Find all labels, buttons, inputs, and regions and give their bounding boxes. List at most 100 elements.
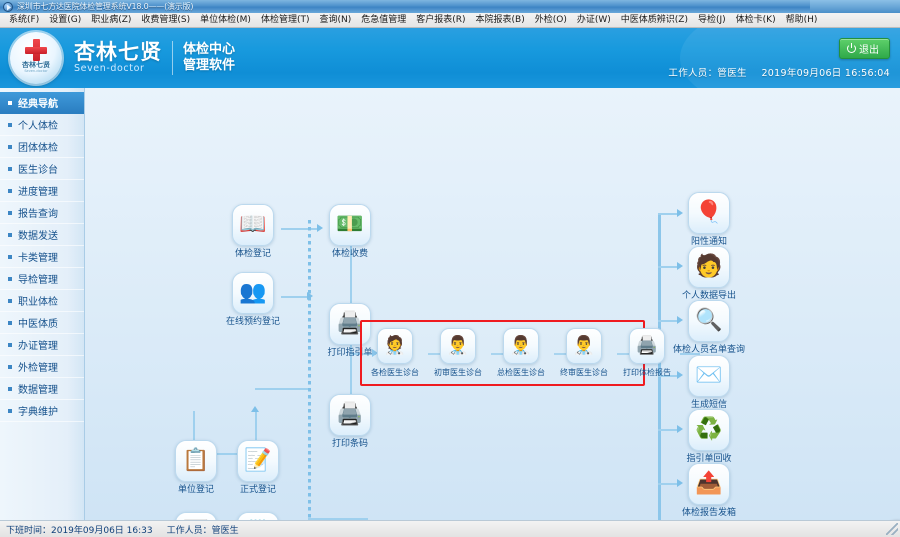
- brand-name-block: 杏林七贤 Seven-doctor: [74, 41, 162, 75]
- formal-register-icon: 📝: [237, 440, 279, 482]
- register-book-icon: 📖: [232, 204, 274, 246]
- node-checkup-name-list-query[interactable]: 🔍 体检人员名单查询: [673, 300, 745, 356]
- sidebar-item-label: 办证管理: [18, 341, 58, 352]
- bullet-icon: [8, 144, 12, 149]
- checkup-item-icon: 🗒️: [237, 512, 279, 520]
- node-online-appointment[interactable]: 👥 在线预约登记: [225, 272, 281, 328]
- sidebar-item-occupational-checkup[interactable]: 职业体检: [0, 290, 84, 312]
- sidebar-item-data-send[interactable]: 数据发送: [0, 224, 84, 246]
- node-department-doctor-desk[interactable]: 🧑‍⚕️ 各检医生诊台: [370, 328, 420, 378]
- node-positive-notice[interactable]: 🎈 阳性通知: [681, 192, 737, 248]
- menu-item-critical-value[interactable]: 危急值管理: [356, 13, 411, 27]
- brand-name-cn: 杏林七贤: [74, 40, 162, 64]
- logo-badge-cn: 杏林七贤: [22, 61, 50, 69]
- resize-grip-icon[interactable]: [886, 523, 898, 535]
- node-guide-sheet-recycle[interactable]: ♻️ 指引单回收: [681, 409, 737, 465]
- node-unit-group[interactable]: 👨‍👩‍👧 单位分组: [168, 512, 224, 520]
- red-cross-logo-icon: 杏林七贤 Seven-doctor: [10, 32, 62, 84]
- bullet-icon: [8, 364, 12, 369]
- power-icon: [847, 42, 856, 53]
- menu-item-checkup-card[interactable]: 体检卡(K): [731, 13, 781, 27]
- menu-item-checkup-management[interactable]: 体检管理(T): [256, 13, 315, 27]
- menu-item-tcm-constitution[interactable]: 中医体质辨识(Z): [616, 13, 693, 27]
- menu-item-charge-management[interactable]: 收费管理(S): [136, 13, 195, 27]
- bullet-icon: [8, 210, 12, 215]
- magnifier-query-icon: 🔍: [688, 300, 730, 342]
- main-body: 经典导航 个人体检 团体体检 医生诊台 进度管理 报告查询 数据发送 卡类管理 …: [0, 88, 900, 520]
- bullet-icon: [8, 298, 12, 303]
- sidebar-item-data-management[interactable]: 数据管理: [0, 378, 84, 400]
- node-report-send[interactable]: 📤 体检报告发箱: [681, 463, 737, 519]
- sidebar-item-label: 个人体检: [18, 121, 58, 132]
- sidebar-item-dictionary-maintenance[interactable]: 字典维护: [0, 400, 84, 422]
- sidebar-item-card-management[interactable]: 卡类管理: [0, 246, 84, 268]
- connector-dashed-bottom: [308, 518, 368, 520]
- logout-button[interactable]: 退出: [839, 37, 890, 59]
- node-print-checkup-report[interactable]: 🖨️ 打印体检报告: [622, 328, 672, 378]
- header-user-info: 工作人员：管医生 2019年09月06日 16:56:04: [668, 65, 890, 79]
- sidebar-item-classic-nav[interactable]: 经典导航: [0, 92, 84, 114]
- node-general-review-doctor-desk[interactable]: 👨‍⚕️ 总检医生诊台: [496, 328, 546, 378]
- sidebar-item-tcm-constitution[interactable]: 中医体质: [0, 312, 84, 334]
- notice-balloon-icon: 🎈: [688, 192, 730, 234]
- recycle-bin-icon: ♻️: [688, 409, 730, 451]
- node-personal-data-export[interactable]: 🧑 个人数据导出: [681, 246, 737, 302]
- sidebar-item-doctor-desk[interactable]: 医生诊台: [0, 158, 84, 180]
- red-cross-glyph: [25, 39, 47, 61]
- bullet-icon: [8, 276, 12, 281]
- sidebar-item-certificate-management[interactable]: 办证管理: [0, 334, 84, 356]
- header-right-block: 退出 工作人员：管医生 2019年09月06日 16:56:04: [668, 37, 890, 79]
- menu-item-unit-checkup[interactable]: 单位体检(M): [195, 13, 256, 27]
- staff-label: 工作人员：管医生: [668, 67, 747, 79]
- node-checkup-register[interactable]: 📖 体检登记: [225, 204, 281, 260]
- bullet-icon: [8, 166, 12, 171]
- bullet-icon: [8, 122, 12, 127]
- menu-item-customer-report[interactable]: 客户报表(R): [411, 13, 470, 27]
- menu-item-guide[interactable]: 导检(J): [693, 13, 731, 27]
- bullet-icon: [8, 232, 12, 237]
- connector-item-to-formal: [255, 411, 257, 443]
- menu-item-external-check[interactable]: 外检(O): [530, 13, 572, 27]
- sidebar-nav: 经典导航 个人体检 团体体检 医生诊台 进度管理 报告查询 数据发送 卡类管理 …: [0, 88, 85, 520]
- window-controls[interactable]: [810, 0, 900, 13]
- node-final-review-doctor-desk[interactable]: 👨‍⚕️ 终审医生诊台: [559, 328, 609, 378]
- group-people-icon: 👨‍👩‍👧: [175, 512, 217, 520]
- node-generate-sms[interactable]: ✉️ 生成短信: [681, 355, 737, 411]
- menu-item-help[interactable]: 帮助(H): [781, 13, 823, 27]
- sidebar-item-external-check-management[interactable]: 外检管理: [0, 356, 84, 378]
- node-checkup-charge[interactable]: 💵 体检收费: [322, 204, 378, 260]
- bullet-icon: [8, 320, 12, 325]
- report-send-icon: 📤: [688, 463, 730, 505]
- node-checkup-item-register[interactable]: 🗒️ 体检项登记: [230, 512, 286, 520]
- menu-item-occupational-disease[interactable]: 职业病(Z): [86, 13, 136, 27]
- node-unit-register[interactable]: 📋 单位登记: [168, 440, 224, 496]
- menu-item-system[interactable]: 系统(F): [4, 13, 44, 27]
- node-first-review-doctor-desk[interactable]: 👨‍⚕️ 初审医生诊台: [433, 328, 483, 378]
- node-label: 各检医生诊台: [371, 368, 419, 377]
- menu-item-query[interactable]: 查询(N): [314, 13, 356, 27]
- sidebar-item-progress-management[interactable]: 进度管理: [0, 180, 84, 202]
- report-printer-icon: 🖨️: [629, 328, 665, 364]
- sidebar-item-label: 外检管理: [18, 363, 58, 374]
- export-person-icon: 🧑: [688, 246, 730, 288]
- node-label: 正式登记: [239, 485, 276, 495]
- logo-badge-en: Seven-doctor: [24, 69, 48, 73]
- logout-button-label: 退出: [859, 44, 879, 56]
- menu-item-settings[interactable]: 设置(G): [44, 13, 86, 27]
- sidebar-item-report-query[interactable]: 报告查询: [0, 202, 84, 224]
- node-print-barcode[interactable]: 🖨️ 打印条码: [322, 394, 378, 450]
- window-title: 深圳市七方达医院体检管理系统V18.0——(演示版): [17, 2, 194, 11]
- arrow-icon: [251, 406, 259, 412]
- node-formal-register[interactable]: 📝 正式登记: [230, 440, 286, 496]
- sidebar-item-label: 数据管理: [18, 385, 58, 396]
- sidebar-item-group-checkup[interactable]: 团体体检: [0, 136, 84, 158]
- menu-item-hospital-report[interactable]: 本院报表(B): [471, 13, 530, 27]
- sidebar-item-personal-checkup[interactable]: 个人体检: [0, 114, 84, 136]
- status-shift-time: 下班时间：2019年09月06日 16:33: [6, 525, 153, 536]
- menu-item-certificate[interactable]: 办证(W): [572, 13, 616, 27]
- sidebar-item-label: 经典导航: [18, 99, 58, 110]
- node-label: 体检收费: [331, 249, 368, 259]
- doctor-desk-icon: 🧑‍⚕️: [377, 328, 413, 364]
- sidebar-item-label: 字典维护: [18, 407, 58, 418]
- sidebar-item-guide-management[interactable]: 导检管理: [0, 268, 84, 290]
